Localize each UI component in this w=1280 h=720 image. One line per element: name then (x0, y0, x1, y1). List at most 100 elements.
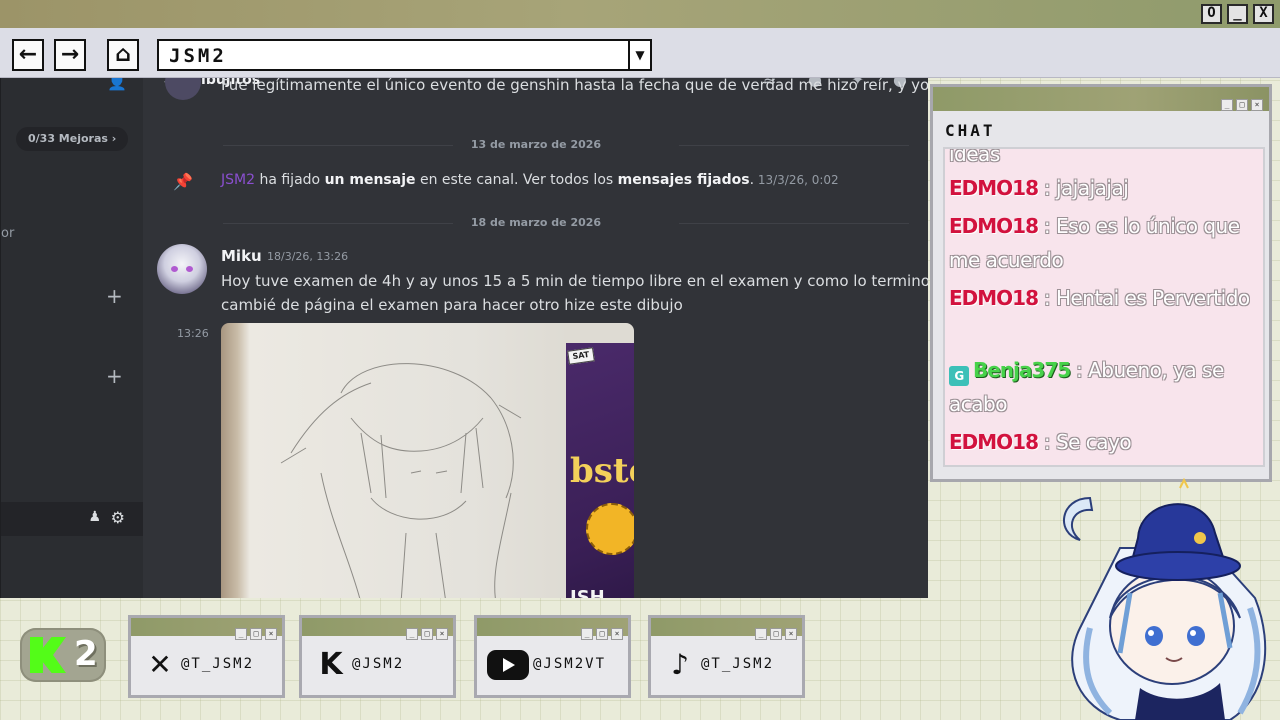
minimize-button[interactable]: _ (1227, 4, 1248, 24)
arrow-left-icon[interactable]: ← (12, 39, 44, 71)
social-handle: @T_JSM2 (181, 656, 255, 672)
card-titlebar: _ □ × (477, 618, 628, 640)
address-text: JSM2 (169, 45, 227, 67)
boosts-label: 0/33 Mejoras (28, 132, 108, 145)
pin-text: en este canal. Ver todos los (415, 172, 618, 188)
tiktok-icon: ♪ (671, 648, 689, 681)
chat-message: EDMO18 : Hentai es Pervertido (949, 281, 1263, 315)
chat-username[interactable]: EDMO18 (949, 176, 1039, 200)
chat-text: : Hentai es Pervertido (1038, 286, 1250, 310)
browser-toolbar: ← → ⌂ JSM2 ▼ (0, 28, 1280, 78)
kick-icon (30, 637, 66, 673)
vtuber-mascot (1063, 478, 1267, 720)
maximize-button: □ (596, 628, 608, 640)
avatar[interactable] (165, 78, 201, 100)
add-member-icon[interactable]: 👤 (107, 78, 127, 91)
kick-icon: K (319, 647, 343, 682)
pin-timestamp: 13/3/26, 0:02 (754, 173, 839, 187)
message-author[interactable]: Miku (221, 247, 262, 265)
close-button: × (265, 628, 277, 640)
chat-message: EDMO18 : jajajajaj (949, 171, 1263, 205)
book-label: SAT (567, 347, 595, 365)
card-titlebar: _ □ × (131, 618, 282, 640)
plus-icon[interactable]: + (106, 364, 123, 388)
chevron-down-icon[interactable]: ▼ (628, 41, 650, 69)
window-controls: _ □ × (1218, 92, 1263, 111)
window-controls: _ □ × (403, 621, 448, 640)
message-text: cambié de página el examen para hacer ot… (221, 296, 683, 314)
close-button[interactable]: X (1253, 4, 1274, 24)
kick-follower-badge: 2 (20, 628, 106, 682)
pinned-messages-link[interactable]: mensajes fijados (618, 172, 750, 188)
chat-window: _ □ × CHAT ideas EDMO18 : jajajajaj EDMO18… (930, 84, 1272, 482)
arrow-right-icon[interactable]: → (54, 39, 86, 71)
book-badge (586, 503, 634, 555)
person-icon[interactable]: ♟ (88, 509, 101, 525)
address-bar[interactable]: JSM2 ▼ (157, 39, 652, 71)
pin-icon: 📌 (173, 172, 193, 191)
card-titlebar: _ □ × (651, 618, 802, 640)
restore-button[interactable]: O (1201, 4, 1222, 24)
date-divider: 13 de marzo de 2026 (143, 138, 928, 151)
avatar-eye (171, 266, 178, 272)
social-card-youtube[interactable]: _ □ × @JSM2VT (474, 615, 631, 698)
user-panel: ⚙ ♟ (1, 502, 143, 536)
window-controls: _ □ × (752, 621, 797, 640)
chat-username[interactable]: Benja375 (973, 358, 1071, 382)
social-handle: @JSM2 (352, 656, 405, 672)
book-title: bster (570, 451, 634, 491)
minimize-button: _ (581, 628, 593, 640)
chat-message: ideas (949, 147, 1000, 166)
chat-username[interactable]: EDMO18 (949, 214, 1039, 238)
chat-message: EDMO18 : Eso es lo único que me acuerdo (949, 209, 1263, 277)
minimize-button: _ (235, 628, 247, 640)
pin-notice: JSM2 ha fijado un mensaje en este canal.… (221, 172, 839, 188)
home-icon[interactable]: ⌂ (107, 39, 139, 71)
chat-titlebar: _ □ × (933, 87, 1269, 111)
chat-messages: ideas EDMO18 : jajajajaj EDMO18 : Eso es… (943, 147, 1265, 467)
book-text: ISH (570, 587, 605, 598)
discord-chat: # dibujitos ≋ ● ✦ ● Fue legítimamente el… (143, 78, 928, 598)
chat-username[interactable]: EDMO18 (949, 430, 1039, 454)
sketch-lines (280, 363, 522, 598)
social-card-kick[interactable]: _ □ × K @JSM2 (299, 615, 456, 698)
social-card-tiktok[interactable]: _ □ × ♪ @T_JSM2 (648, 615, 805, 698)
maximize-button: □ (421, 628, 433, 640)
social-card-x[interactable]: _ □ × ✕ @T_JSM2 (128, 615, 285, 698)
chat-username[interactable]: EDMO18 (949, 286, 1039, 310)
drawing-attachment[interactable]: SAT bster ISH (221, 323, 634, 598)
row-timestamp: 13:26 (177, 327, 209, 340)
window-controls: _ □ × (232, 621, 277, 640)
maximize-button[interactable]: □ (1236, 99, 1248, 111)
chat-text: : Se cayo (1038, 430, 1132, 454)
discord-window: 👤 0/33 Mejoras › or + + ⚙ ♟ # dibujitos … (0, 78, 928, 598)
minimize-button: _ (406, 628, 418, 640)
sidebar-partial-label: or (1, 226, 15, 241)
message-timestamp: 18/3/26, 13:26 (267, 250, 349, 263)
chat-title: CHAT (945, 121, 996, 140)
close-button: × (436, 628, 448, 640)
youtube-icon (487, 650, 529, 680)
window-controls: _ □ × (578, 621, 623, 640)
discord-sidebar: 👤 0/33 Mejoras › or + + ⚙ ♟ (1, 78, 143, 598)
avatar[interactable] (157, 244, 207, 294)
chat-message: EDMO18 : Se cayo (949, 425, 1263, 459)
maximize-button: □ (770, 628, 782, 640)
plus-icon[interactable]: + (106, 284, 123, 308)
server-boosts[interactable]: 0/33 Mejoras › (16, 127, 128, 151)
minimize-button[interactable]: _ (1221, 99, 1233, 111)
social-handle: @JSM2VT (533, 656, 607, 672)
book-image: SAT bster ISH (566, 343, 634, 598)
minimize-button: _ (755, 628, 767, 640)
social-handle: @T_JSM2 (701, 656, 775, 672)
pin-text: ha fijado (255, 172, 325, 188)
message-text: Hoy tuve examen de 4h y ay unos 15 a 5 m… (221, 272, 928, 290)
badge-icon: G (949, 366, 969, 386)
pinned-message-link[interactable]: un mensaje (325, 172, 416, 188)
kick-count: 2 (74, 634, 98, 674)
pin-user[interactable]: JSM2 (221, 172, 255, 188)
chat-message: G Benja375 : Abueno, ya se acabo (949, 353, 1263, 421)
settings-icon[interactable]: ⚙ (111, 508, 125, 527)
close-button[interactable]: × (1251, 99, 1263, 111)
message-text: Fue legítimamente el único evento de gen… (221, 78, 928, 94)
